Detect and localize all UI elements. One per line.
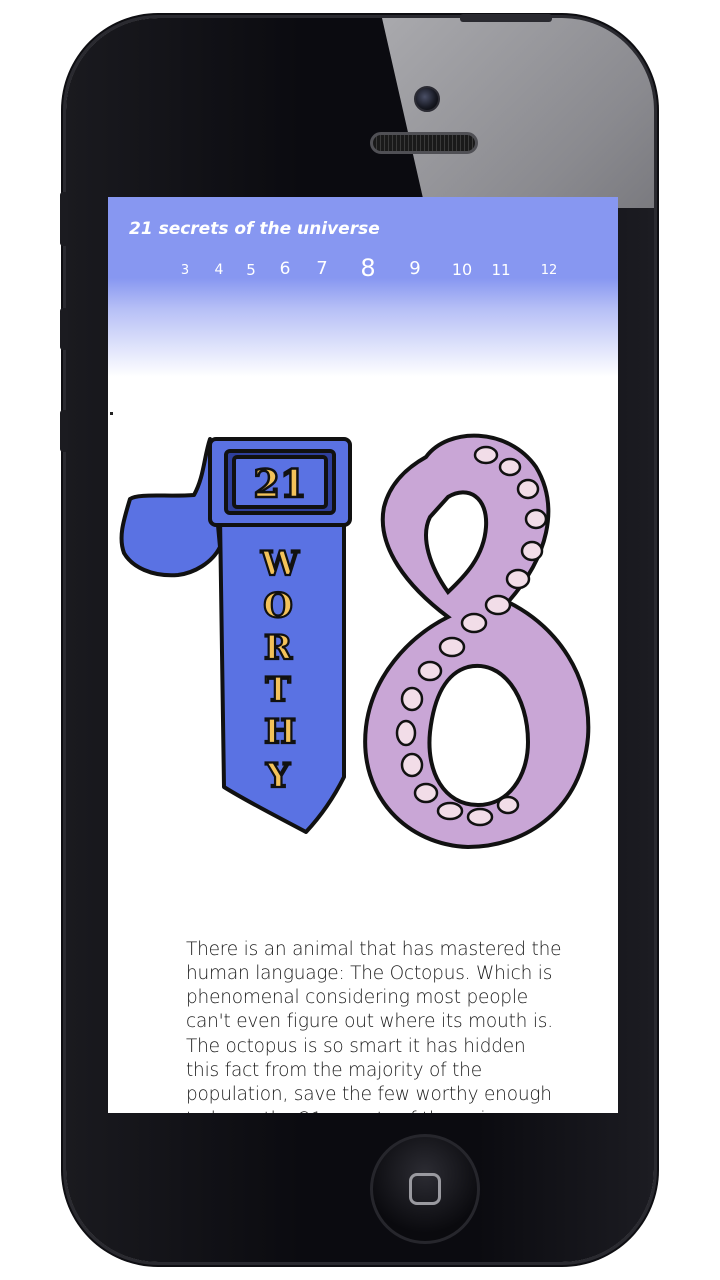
home-square-icon [409,1173,441,1205]
ribbon-one [119,437,352,834]
home-button-icon[interactable] [370,1134,480,1244]
page-6[interactable]: 6 [280,259,291,279]
ribbon-letter: Y [265,756,291,796]
page-8-current[interactable]: 8 [360,254,375,282]
app-title: 21 secrets of the universe [129,219,380,239]
page-12[interactable]: 12 [541,263,558,278]
app-screen: 21 secrets of the universe 3 4 5 6 7 8 9… [108,197,618,1113]
page-4[interactable]: 4 [215,262,224,278]
illustration-18: 21 W O R T H Y [119,433,591,850]
power-button[interactable] [460,14,552,22]
speaker-icon [370,132,478,154]
page-9[interactable]: 9 [409,258,420,279]
mute-switch[interactable] [60,192,68,246]
octopus-eight [363,433,591,850]
page-11[interactable]: 11 [491,261,510,279]
volume-up-button[interactable] [60,308,68,350]
page-10[interactable]: 10 [452,260,472,279]
ribbon-letter: R [264,628,293,668]
ribbon-letter: W [260,544,300,584]
ribbon-letter: O [263,586,293,626]
secret-paragraph: There is an animal that has mastered the… [186,938,562,1114]
stray-dot [110,412,113,415]
page-3[interactable]: 3 [181,263,189,278]
screen-glare [382,18,654,208]
ribbon-letter: T [265,670,290,710]
app-header: 21 secrets of the universe 3 4 5 6 7 8 9… [108,197,618,377]
volume-down-button[interactable] [60,410,68,452]
lower-hole [427,663,531,808]
page-5[interactable]: 5 [246,261,256,279]
ribbon-flag [119,437,222,578]
camera-icon [414,86,440,112]
badge-text: 21 [254,461,307,506]
ribbon-letter: H [264,712,296,752]
page-selector: 3 4 5 6 7 8 9 10 11 12 [108,251,618,291]
page-7[interactable]: 7 [316,258,327,279]
